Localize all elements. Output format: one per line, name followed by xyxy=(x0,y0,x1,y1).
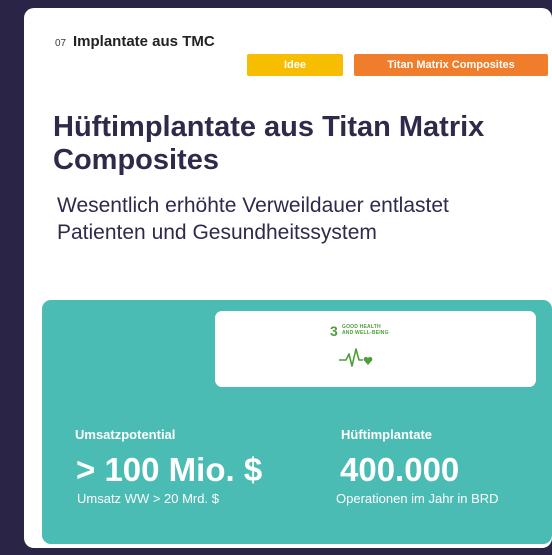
sdg-label-line2: AND WELL-BEING xyxy=(342,330,389,336)
slide-number: 07 xyxy=(55,38,67,49)
sdg-number: 3 xyxy=(330,323,338,339)
slide-card: 07 Implantate aus TMC Idee Titan Matrix … xyxy=(24,8,552,548)
metric-huefte-label: Hüftimplantate xyxy=(341,427,432,442)
heartbeat-icon xyxy=(339,348,373,367)
metric-umsatz-label: Umsatzpotential xyxy=(75,427,176,442)
metric-huefte-note: Operationen im Jahr in BRD xyxy=(336,491,499,506)
page-title: Hüftimplantate aus Titan Matrix Composit… xyxy=(53,111,485,176)
metrics-panel: 3 GOOD HEALTH AND WELL-BEING Umsatzpoten… xyxy=(42,300,552,544)
metric-umsatz-note: Umsatz WW > 20 Mrd. $ xyxy=(77,491,219,506)
tag-titan-matrix-composites: Titan Matrix Composites xyxy=(354,54,548,76)
sdg-label: GOOD HEALTH AND WELL-BEING xyxy=(342,324,389,336)
metric-huefte-value: 400.000 xyxy=(340,451,460,488)
slide-header-title: Implantate aus TMC xyxy=(73,33,215,50)
tag-idee: Idee xyxy=(247,54,343,76)
metric-umsatz-value: > 100 Mio. $ xyxy=(76,451,263,488)
page-subtitle: Wesentlich erhöhte Verweildauer entlaste… xyxy=(57,194,449,244)
sdg-badge: 3 GOOD HEALTH AND WELL-BEING xyxy=(215,311,536,387)
